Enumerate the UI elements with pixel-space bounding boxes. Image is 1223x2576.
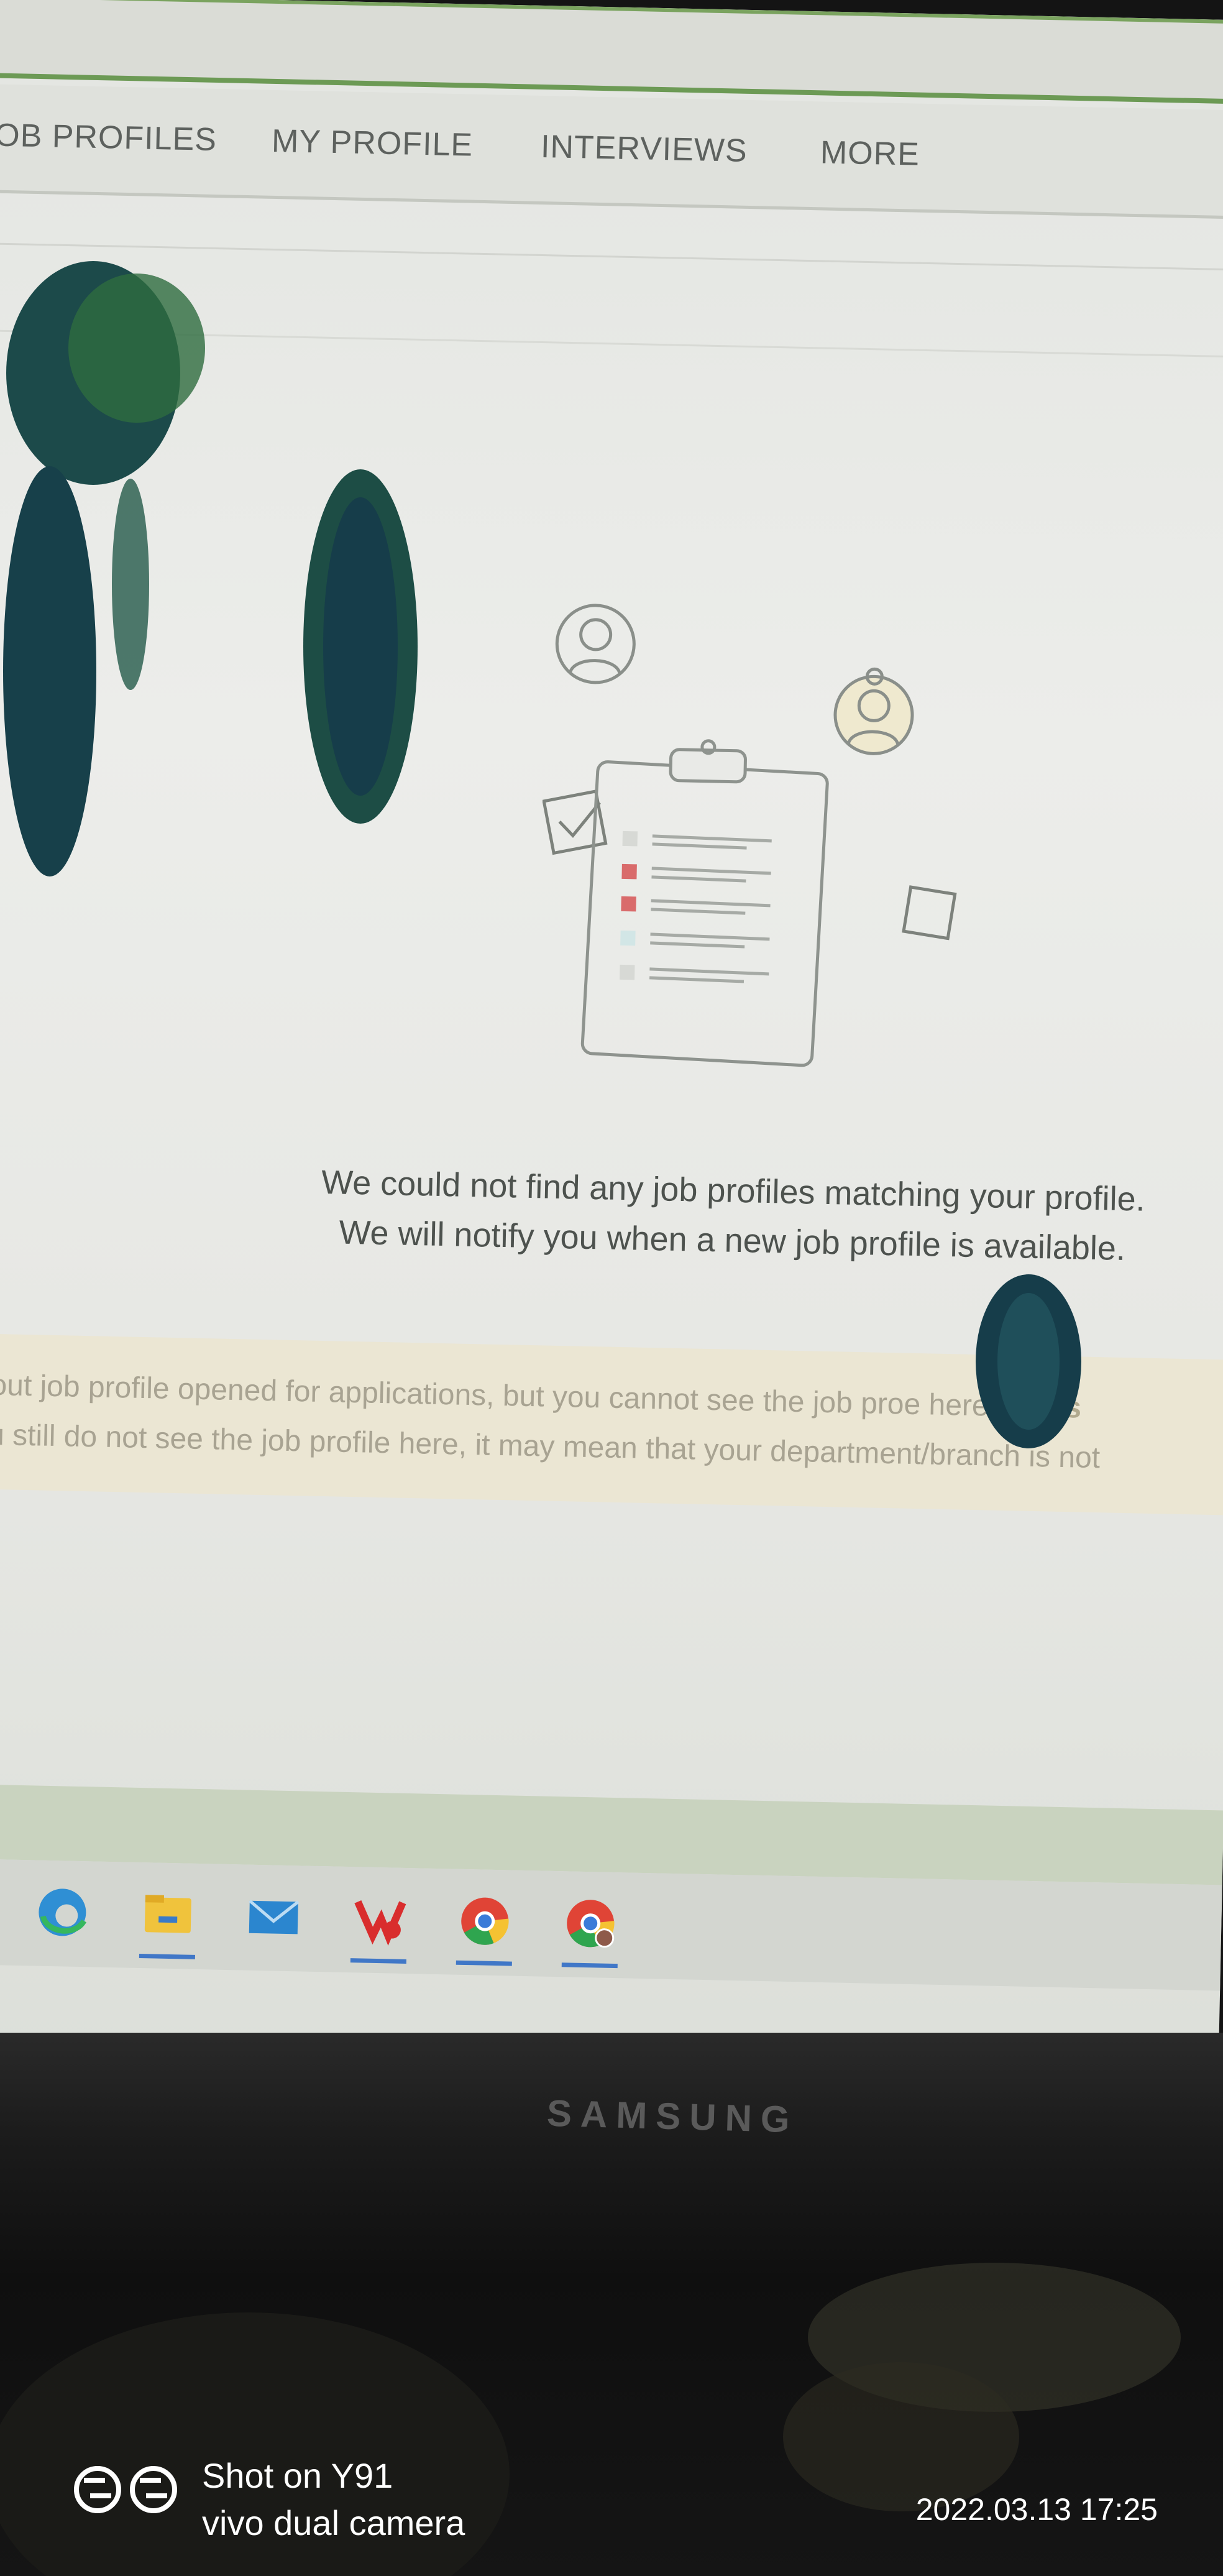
notice-line-1: about job profile opened for application… <box>0 1368 1082 1425</box>
accent-bar-top <box>0 0 1223 25</box>
nav-job-profiles[interactable]: OB PROFILES <box>0 117 218 159</box>
notice-line-2: you still do not see the job profile her… <box>0 1417 1101 1475</box>
active-indicator <box>456 1960 512 1966</box>
camera-watermark: Shot on Y91 vivo dual camera <box>202 2452 465 2547</box>
mail-icon[interactable] <box>245 1888 302 1946</box>
file-explorer-icon[interactable] <box>139 1886 196 1959</box>
notice-line-1-text: about job profile opened for application… <box>0 1368 905 1421</box>
watermark-line-1: Shot on Y91 <box>202 2456 393 2495</box>
edge-icon[interactable] <box>34 1884 91 1941</box>
nav-more[interactable]: MORE <box>820 134 920 173</box>
vlc-app-icon[interactable] <box>350 1890 408 1964</box>
active-indicator <box>139 1954 196 1959</box>
chrome-icon[interactable] <box>456 1893 513 1966</box>
avatar-male-icon <box>555 604 636 684</box>
empty-state-illustration <box>542 604 957 1067</box>
moire-artifact-left <box>3 261 205 876</box>
avatar-female-icon <box>833 667 914 755</box>
watermark-line-2: vivo dual camera <box>202 2503 465 2542</box>
nav-my-profile[interactable]: MY PROFILE <box>272 122 474 164</box>
camera-lens-logo <box>74 2466 177 2513</box>
nav-interviews[interactable]: INTERVIEWS <box>540 128 748 170</box>
moire-artifact-center <box>303 469 418 824</box>
checkbox-empty-icon <box>902 885 957 941</box>
moire-artifact-right <box>976 1274 1081 1448</box>
chrome-profile-icon[interactable] <box>561 1895 619 1969</box>
monitor-brand-logo: SAMSUNG <box>546 2092 799 2141</box>
empty-state-message: We could not find any job profiles match… <box>303 1157 1163 1274</box>
clipboard-icon <box>580 739 829 1067</box>
active-indicator <box>561 1962 618 1969</box>
photo-datetime: 2022.03.13 17:25 <box>915 2492 1158 2527</box>
active-indicator <box>350 1958 406 1964</box>
